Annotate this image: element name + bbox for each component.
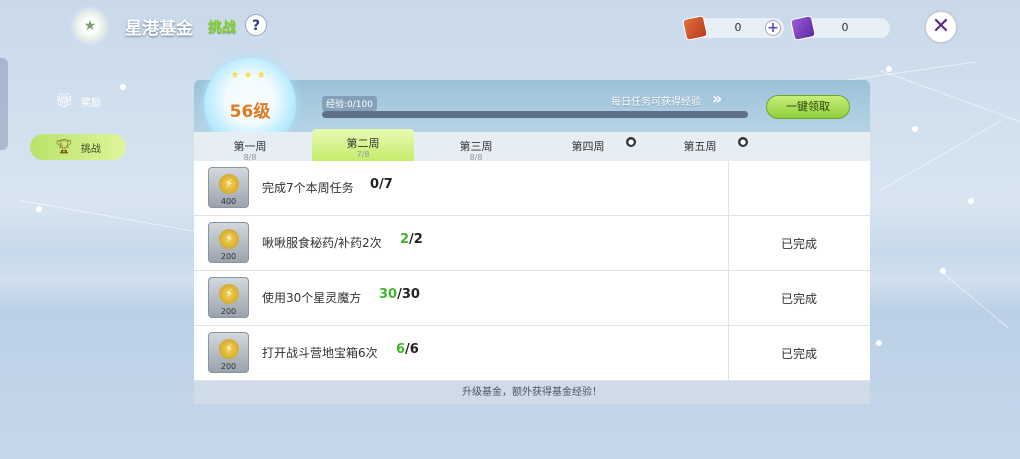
background-star (876, 340, 882, 346)
fund-exp-icon: ⚡︎ (219, 229, 239, 249)
page-title: 星港基金 (125, 19, 193, 39)
sidebar-item-label: 挑战 (80, 143, 101, 155)
lock-icon: ● (626, 137, 636, 147)
claim-all-button[interactable]: 一键领取 (766, 95, 850, 119)
tab-label: 第二周 (346, 137, 380, 150)
level-value: 56级 (229, 101, 271, 122)
sidebar-item-challenge[interactable]: 🏆︎ 挑战 (30, 134, 126, 160)
add-currency-button[interactable]: + (765, 20, 781, 36)
task-list: ⚡︎ 400 完成7个本周任务 0/7 ⚡︎ 200 啾啾服食秘药/补药2次 2… (194, 161, 870, 381)
task-progress: 2/2 (400, 232, 423, 247)
sidebar-item-rewards[interactable]: 🎁︎ 奖励 (30, 88, 126, 114)
reward-amount: 200 (220, 252, 237, 261)
task-row: ⚡︎ 400 完成7个本周任务 0/7 (194, 161, 870, 216)
task-status: 已完成 (780, 292, 817, 306)
reward-item[interactable]: ⚡︎ 200 (208, 277, 249, 318)
fund-exp-icon: ⚡︎ (219, 174, 239, 194)
task-text: 啾啾服食秘药/补药2次 (262, 236, 382, 250)
background-line (880, 120, 1002, 191)
tab-count: 7/8 (356, 150, 370, 159)
fund-exp-icon: ⚡︎ (219, 284, 239, 304)
tab-week-5[interactable]: 第五周 (644, 132, 756, 161)
gift-icon: 🎁︎ (55, 93, 73, 109)
upgrade-hint[interactable]: 升级基金，额外获得基金经验！ (194, 381, 870, 404)
task-progress: 6/6 (396, 342, 419, 357)
task-progress: 30/30 (379, 287, 420, 302)
exp-label: 经验:0/100 (322, 96, 377, 111)
red-ticket-icon (681, 14, 709, 42)
reward-amount: 200 (220, 307, 237, 316)
chevron-right-icon[interactable]: » (712, 89, 722, 108)
page-subtitle: 挑战 (208, 20, 236, 36)
daily-exp-text: 每日任务可获得经验 (611, 97, 701, 108)
level-header: ★★★ 56级 经验:0/100 每日任务可获得经验 » 一键领取 (194, 58, 870, 150)
tab-week-1[interactable]: 第一周 8/8 (194, 132, 306, 162)
tab-week-2[interactable]: 第二周 7/8 (312, 129, 414, 161)
top-bar: ★ 星港基金 挑战 ? 0 + 0 ✕ (0, 0, 1020, 52)
background-star (940, 268, 946, 274)
tab-label: 第一周 (233, 140, 267, 153)
tab-week-4[interactable]: 第四周 (532, 132, 644, 161)
reward-amount: 200 (220, 362, 237, 371)
task-text: 打开战斗营地宝箱6次 (262, 346, 378, 360)
tab-week-3[interactable]: 第三周 8/8 (420, 132, 532, 162)
reward-item[interactable]: ⚡︎ 400 (208, 167, 249, 208)
week-tabs: 第一周 8/8 第二周 7/8 第三周 8/8 第四周 ● 第五周 ● (194, 129, 870, 162)
lock-icon: ● (738, 137, 748, 147)
background-star (36, 206, 42, 212)
fund-panel: ★★★ 56级 经验:0/100 每日任务可获得经验 » 一键领取 第一周 8/… (194, 58, 870, 404)
task-status: 已完成 (780, 347, 817, 361)
sidebar-item-label: 奖励 (80, 97, 101, 109)
task-row: ⚡︎ 200 打开战斗营地宝箱6次 6/6 已完成 (194, 326, 870, 381)
trophy-icon: 🏆︎ (55, 139, 73, 155)
task-text: 使用30个星灵魔方 (262, 291, 362, 305)
sidebar-handle[interactable] (0, 58, 8, 150)
reward-item[interactable]: ⚡︎ 200 (208, 222, 249, 263)
help-button[interactable]: ? (245, 14, 267, 36)
purple-ticket-icon (789, 14, 817, 42)
column-divider (728, 161, 729, 216)
background-star (886, 66, 892, 72)
fund-exp-icon: ⚡︎ (219, 339, 239, 359)
task-row: ⚡︎ 200 啾啾服食秘药/补药2次 2/2 已完成 (194, 216, 870, 271)
close-button[interactable]: ✕ (924, 10, 958, 44)
background-line (879, 70, 1020, 126)
fund-logo-icon: ★ (74, 10, 106, 42)
task-status: 已完成 (780, 237, 817, 251)
reward-amount: 400 (220, 197, 237, 206)
background-line (19, 200, 198, 233)
exp-progress-bar (322, 111, 748, 118)
background-star (968, 198, 974, 204)
background-star (912, 126, 918, 132)
tab-label: 第三周 (459, 140, 493, 153)
reward-item[interactable]: ⚡︎ 200 (208, 332, 249, 373)
task-text: 完成7个本周任务 (262, 181, 354, 195)
task-progress: 0/7 (370, 177, 393, 192)
level-stars-icon: ★★★ (230, 70, 270, 81)
task-row: ⚡︎ 200 使用30个星灵魔方 30/30 已完成 (194, 271, 870, 326)
